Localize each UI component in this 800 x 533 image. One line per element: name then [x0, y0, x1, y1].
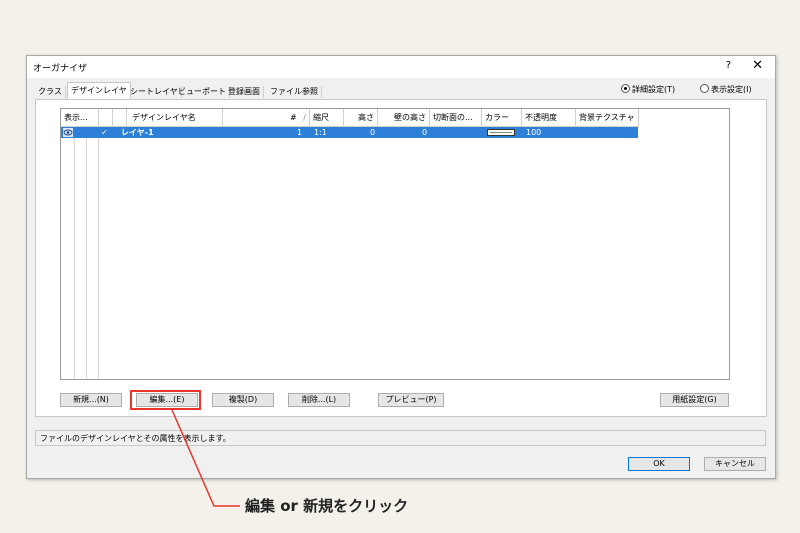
callout-text: 編集 or 新規をクリック	[245, 497, 409, 515]
callout-line	[171, 409, 240, 507]
